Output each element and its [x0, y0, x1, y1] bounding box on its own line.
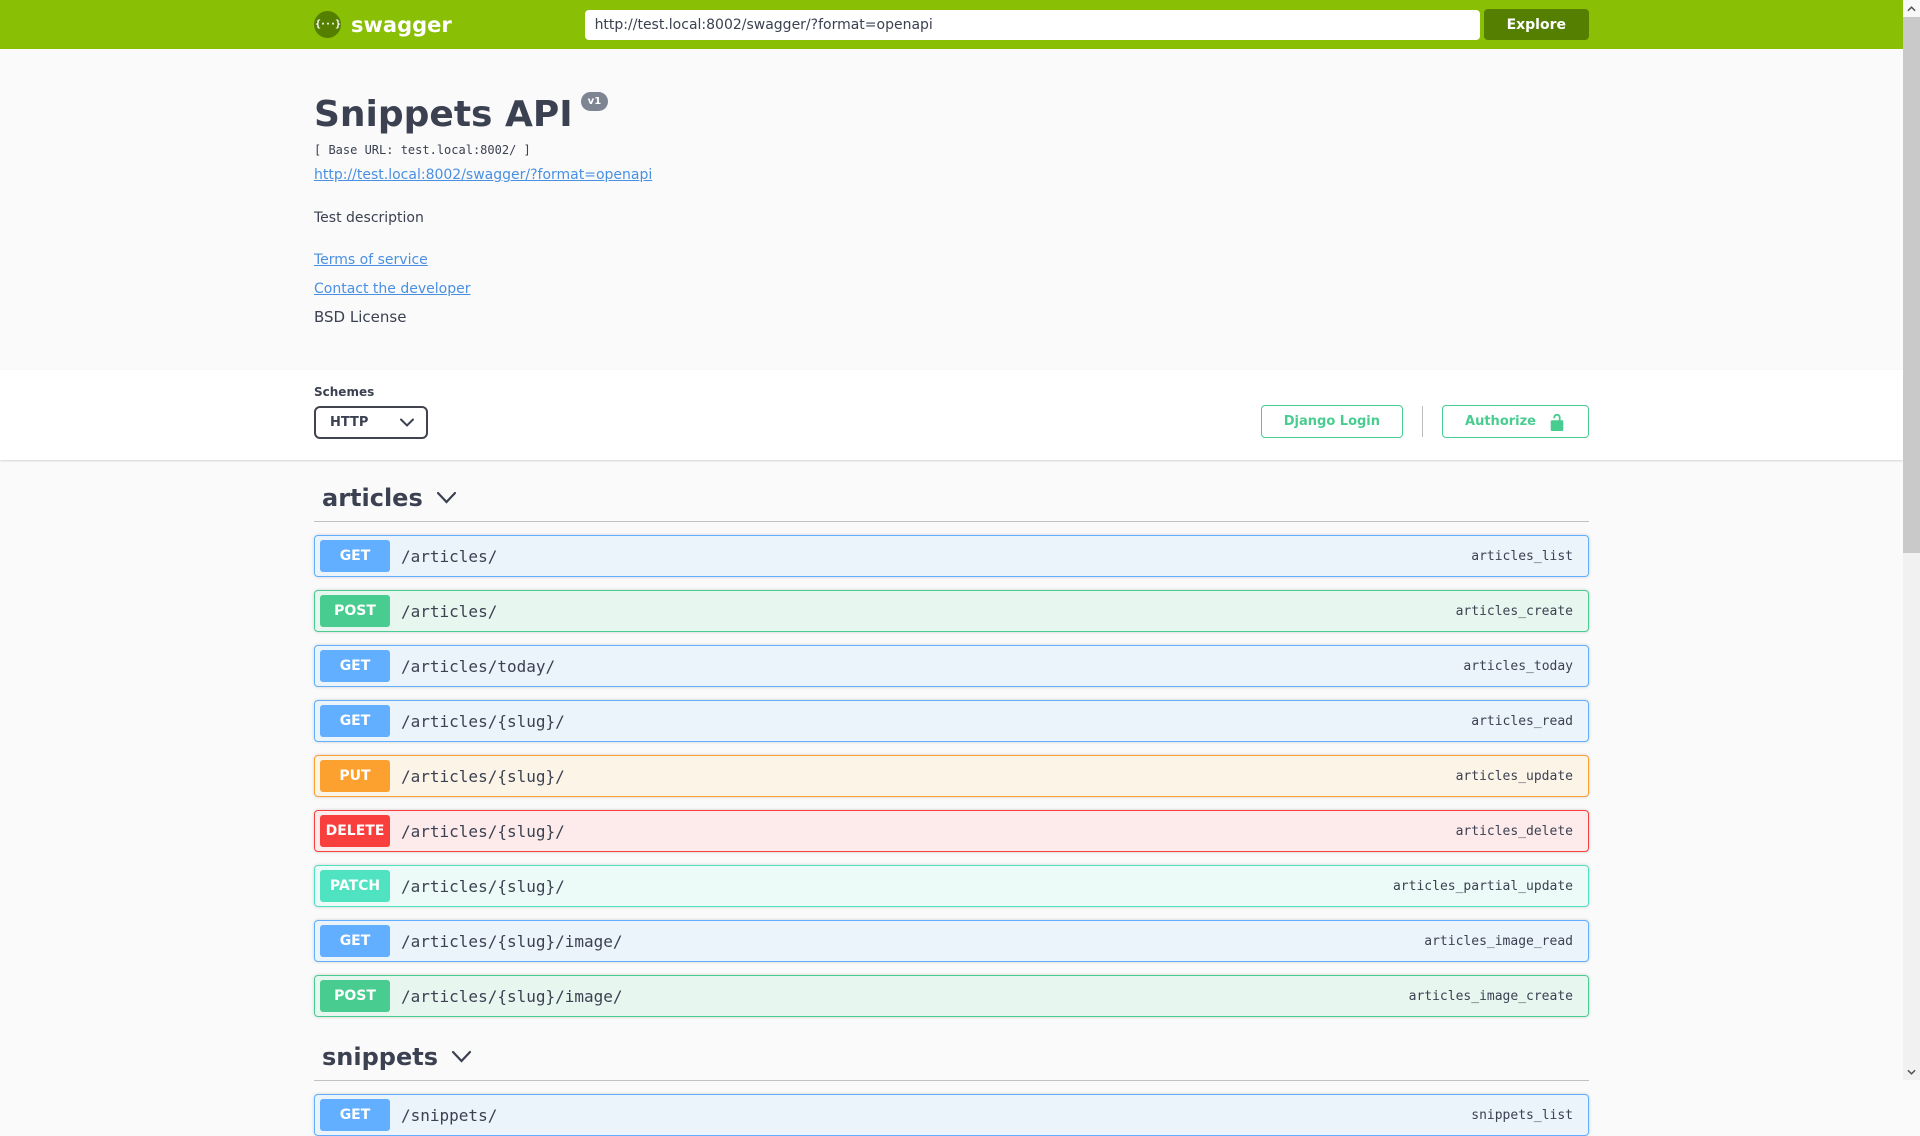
- chevron-up-icon: [1907, 5, 1916, 11]
- auth-divider: [1422, 406, 1424, 438]
- auth-wrapper: Django Login Authorize: [1260, 405, 1589, 439]
- scrollbar-thumb[interactable]: [1903, 17, 1920, 553]
- operation-path: /articles/today/: [401, 656, 556, 676]
- operation-id: articles_image_read: [1424, 933, 1573, 949]
- chevron-down-icon: [400, 418, 414, 428]
- operation-row[interactable]: POST /articles/ articles_create: [314, 590, 1589, 633]
- tag-header-snippets[interactable]: snippets: [314, 1043, 1589, 1071]
- operation-id: articles_partial_update: [1392, 878, 1573, 894]
- spec-url-input[interactable]: [584, 9, 1480, 40]
- authorize-button[interactable]: Authorize: [1442, 405, 1589, 439]
- page-title: Snippets API v1: [314, 92, 1589, 135]
- operation-row[interactable]: GET /articles/ articles_list: [314, 535, 1589, 578]
- swagger-logo-icon: {···}: [314, 11, 341, 38]
- method-badge: DELETE: [320, 815, 390, 848]
- swagger-page: {···} swagger Explore Snippets APIv1 [ B…: [0, 0, 1903, 1136]
- method-badge: GET: [320, 925, 390, 958]
- scroll-up-button[interactable]: [1903, 0, 1920, 17]
- method-badge: PATCH: [320, 870, 390, 903]
- operation-path: /articles/{slug}/: [401, 821, 565, 841]
- method-badge: POST: [320, 980, 390, 1013]
- tag-name: articles: [322, 484, 423, 513]
- chevron-down-icon: [451, 1051, 472, 1063]
- operation-path: /articles/: [401, 546, 498, 566]
- operation-row[interactable]: GET /snippets/ snippets_list: [314, 1094, 1589, 1136]
- chevron-down-icon: [1907, 1069, 1916, 1075]
- api-info: Snippets API v1 [ Base URL: test.local:80…: [314, 49, 1589, 370]
- scheme-container: Schemes HTTP Django Login Authorize: [0, 370, 1903, 461]
- schemes-label: Schemes: [314, 385, 375, 400]
- operation-id: articles_image_create: [1408, 988, 1573, 1004]
- operation-path: /snippets/: [401, 1105, 498, 1125]
- operation-row[interactable]: POST /articles/{slug}/image/ articles_im…: [314, 975, 1589, 1018]
- operation-row[interactable]: GET /articles/today/ articles_today: [314, 645, 1589, 688]
- operation-id: articles_update: [1455, 768, 1573, 784]
- method-badge: GET: [320, 705, 390, 738]
- operation-row[interactable]: GET /articles/{slug}/image/ articles_ima…: [314, 920, 1589, 963]
- schemes-select[interactable]: HTTP: [314, 406, 428, 440]
- operation-path: /articles/{slug}/: [401, 876, 565, 896]
- explore-button[interactable]: Explore: [1483, 9, 1589, 40]
- brand-wordmark: swagger: [351, 12, 452, 37]
- operation-id: articles_list: [1471, 548, 1573, 564]
- method-badge: POST: [320, 595, 390, 628]
- operation-path: /articles/{slug}/: [401, 711, 565, 731]
- spec-link[interactable]: http://test.local:8002/swagger/?format=o…: [314, 167, 652, 183]
- operation-row[interactable]: PATCH /articles/{slug}/ articles_partial…: [314, 865, 1589, 908]
- swagger-logo-link[interactable]: {···} swagger: [314, 11, 452, 38]
- operation-path: /articles/{slug}/image/: [401, 931, 623, 951]
- operation-id: articles_read: [1471, 713, 1573, 729]
- chevron-down-icon: [436, 492, 456, 504]
- operation-path: /articles/: [401, 601, 498, 621]
- method-badge: GET: [320, 1099, 390, 1132]
- method-badge: GET: [320, 650, 390, 683]
- operation-id: articles_today: [1463, 658, 1573, 674]
- terms-of-service-link[interactable]: Terms of service: [314, 252, 428, 268]
- method-badge: GET: [320, 540, 390, 573]
- unlocked-padlock-icon: [1550, 413, 1564, 431]
- operation-row[interactable]: DELETE /articles/{slug}/ articles_delete: [314, 810, 1589, 853]
- operation-row[interactable]: PUT /articles/{slug}/ articles_update: [314, 755, 1589, 798]
- base-url: [ Base URL: test.local:8002/ ]: [314, 143, 531, 158]
- api-description: Test description: [314, 210, 424, 227]
- operation-id: articles_create: [1455, 603, 1573, 619]
- operation-id: snippets_list: [1471, 1107, 1573, 1123]
- operation-row[interactable]: GET /articles/{slug}/ articles_read: [314, 700, 1589, 743]
- scroll-down-button[interactable]: [1903, 1063, 1920, 1080]
- license-text: BSD License: [314, 308, 407, 327]
- operation-path: /articles/{slug}/: [401, 766, 565, 786]
- django-login-button[interactable]: Django Login: [1260, 405, 1404, 439]
- tag-header-articles[interactable]: articles: [314, 484, 1589, 512]
- version-badge: v1: [580, 92, 609, 112]
- vertical-scrollbar[interactable]: [1903, 0, 1920, 1080]
- tag-name: snippets: [322, 1043, 438, 1072]
- topbar: {···} swagger Explore: [0, 0, 1903, 49]
- method-badge: PUT: [320, 760, 390, 793]
- contact-developer-link[interactable]: Contact the developer: [314, 281, 470, 297]
- schemes-selected-value: HTTP: [330, 415, 369, 431]
- operation-id: articles_delete: [1455, 823, 1573, 839]
- operation-path: /articles/{slug}/image/: [401, 986, 623, 1006]
